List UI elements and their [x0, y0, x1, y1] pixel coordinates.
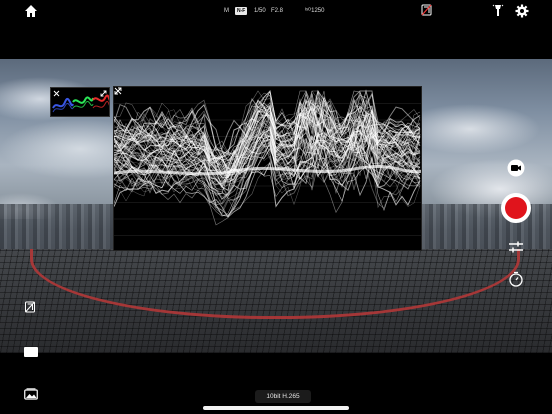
gear-icon[interactable]: [515, 4, 529, 18]
sliders-icon: [509, 241, 523, 253]
camera-status: M N-F 1/50 F2.8 ᴵˢᴼ1250: [0, 5, 552, 17]
record-icon: [505, 197, 527, 219]
no-filter-icon: [25, 301, 35, 313]
expand-icon[interactable]: [114, 87, 122, 95]
timer-button[interactable]: [507, 270, 525, 288]
rgb-parade-panel[interactable]: [50, 87, 110, 117]
home-indicator[interactable]: [203, 406, 349, 410]
waveform-monitor-panel[interactable]: [113, 86, 422, 251]
filter-toggle-button[interactable]: [24, 300, 36, 313]
adjust-button[interactable]: [507, 238, 525, 256]
video-camera-button[interactable]: [507, 159, 525, 177]
expand-icon[interactable]: [100, 90, 107, 97]
log-profile-badge[interactable]: N-F: [235, 7, 248, 15]
close-icon[interactable]: [53, 90, 60, 97]
exposure-mode[interactable]: M: [224, 5, 229, 17]
gallery-icon: [24, 388, 38, 400]
shutter-speed[interactable]: 1/50: [254, 5, 266, 17]
timer-icon: [509, 271, 523, 287]
iso-value[interactable]: ᴵˢᴼ1250: [305, 5, 324, 17]
codec-label: 10bit H.265: [255, 390, 311, 403]
no-filter-icon[interactable]: [421, 4, 432, 16]
video-camera-icon: [507, 159, 525, 177]
aperture[interactable]: F2.8: [271, 5, 283, 17]
waveform-graph: [114, 89, 421, 236]
aspect-ratio-icon[interactable]: [24, 347, 38, 357]
top-status-bar: M N-F 1/50 F2.8 ᴵˢᴼ1250: [0, 0, 552, 22]
flashlight-icon[interactable]: [492, 4, 504, 17]
gallery-button[interactable]: [24, 387, 38, 400]
record-button[interactable]: [501, 193, 531, 223]
